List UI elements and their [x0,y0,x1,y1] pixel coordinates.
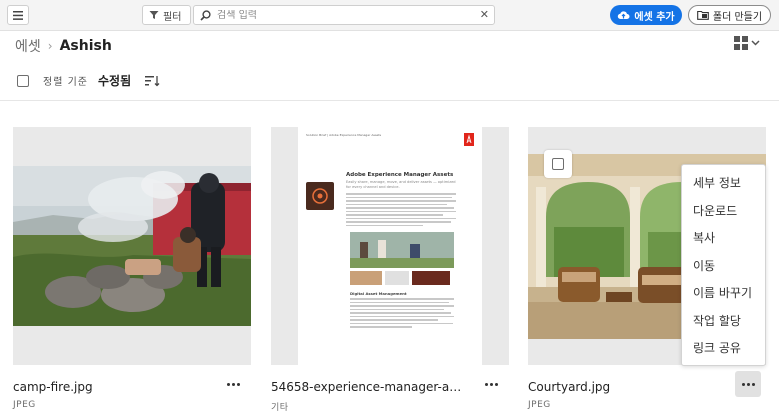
more-actions-button[interactable] [220,376,246,392]
adobe-logo-icon [464,133,474,146]
breadcrumb: 에셋 › Ashish [15,36,112,56]
campfire-photo [13,166,251,326]
asset-name[interactable]: 54658-experience-manager-assets.... [271,380,467,394]
chevron-down-icon [751,40,760,46]
sort-field-value[interactable]: 수정됨 [98,72,131,89]
create-folder-button[interactable]: 폴더 만들기 [688,5,771,25]
menu-toggle-button[interactable] [7,5,29,25]
pdf-preview: Solution Brief | Adobe Experience Manage… [298,127,482,365]
sort-label: 정렬 기준 [43,77,88,88]
pdf-section-heading: Digital Asset Management [350,291,407,297]
menu-item-rename[interactable]: 이름 바꾸기 [682,279,765,307]
asset-name[interactable]: camp-fire.jpg [13,380,209,394]
breadcrumb-separator: › [47,39,53,53]
filter-button[interactable]: 필터 [142,5,191,25]
search-input[interactable] [217,9,487,21]
asset-select-checkbox[interactable] [544,150,572,178]
pdf-title: Adobe Experience Manager Assets [346,172,454,178]
search-icon [200,9,211,21]
upload-cloud-icon [618,11,630,20]
breadcrumb-root-link[interactable]: 에셋 [15,36,41,56]
menu-item-move[interactable]: 이동 [682,252,765,280]
asset-name[interactable]: Courtyard.jpg [528,380,724,394]
more-actions-button[interactable] [478,376,504,392]
asset-type: 기타 [271,403,289,413]
context-menu: 세부 정보 다운로드 복사 이동 이름 바꾸기 작업 할당 링크 공유 [681,164,766,366]
add-asset-label: 에셋 추가 [634,11,675,23]
aem-logo-icon [306,182,334,210]
top-toolbar: 필터 ✕ 에셋 추가 폴더 만들기 [0,0,779,31]
pdf-header: Solution Brief | Adobe Experience Manage… [306,133,382,137]
asset-type: JPEG [528,400,551,410]
clear-search-icon[interactable]: ✕ [480,8,489,21]
pdf-subtitle: Easily share, manage, move, and deliver … [346,180,456,189]
menu-item-details[interactable]: 세부 정보 [682,169,765,197]
hamburger-icon [13,10,23,20]
more-actions-button[interactable] [735,371,761,397]
divider [0,100,779,101]
funnel-icon [149,11,159,19]
asset-card[interactable]: Solution Brief | Adobe Experience Manage… [271,127,509,413]
sort-bar: 정렬 기준 수정됨 [17,72,160,89]
breadcrumb-current: Ashish [59,38,112,54]
menu-item-copy[interactable]: 복사 [682,224,765,252]
filter-label: 필터 [163,11,182,23]
asset-card[interactable]: camp-fire.jpg JPEG [13,127,251,410]
menu-item-share-link[interactable]: 링크 공유 [682,334,765,362]
asset-thumbnail[interactable]: Solution Brief | Adobe Experience Manage… [271,127,509,365]
menu-item-assign-task[interactable]: 작업 할당 [682,307,765,335]
menu-item-download[interactable]: 다운로드 [682,197,765,225]
folder-add-icon [697,10,709,20]
view-switcher[interactable] [734,36,760,50]
create-folder-label: 폴더 만들기 [712,11,763,23]
sort-order-icon[interactable] [145,75,160,87]
asset-thumbnail[interactable] [13,127,251,365]
search-field[interactable]: ✕ [193,5,495,25]
grid-view-icon [734,36,748,50]
asset-type: JPEG [13,400,36,410]
add-asset-button[interactable]: 에셋 추가 [610,5,682,25]
select-all-checkbox[interactable] [17,74,29,87]
